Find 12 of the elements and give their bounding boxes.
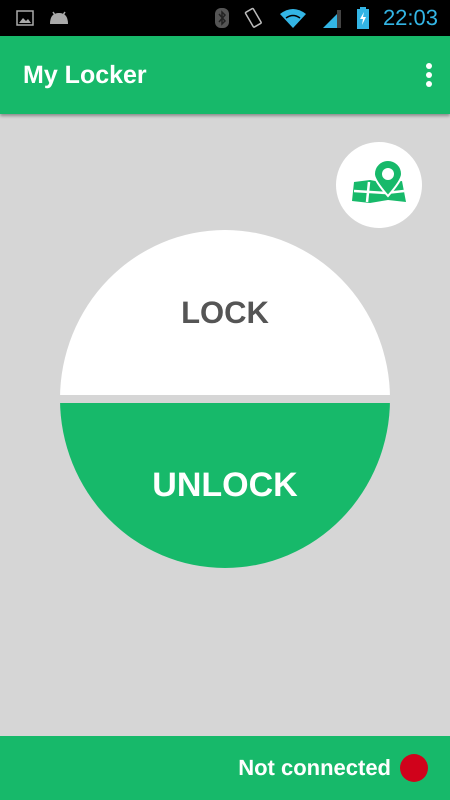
android-icon xyxy=(48,11,70,25)
clock-time: 22:03 xyxy=(382,5,438,31)
connection-status: Not connected xyxy=(238,755,391,781)
image-icon xyxy=(16,10,34,26)
wifi-icon xyxy=(278,8,307,28)
lock-button[interactable]: LOCK xyxy=(60,230,390,395)
bluetooth-icon xyxy=(214,8,229,28)
rotation-icon xyxy=(242,7,265,29)
signal-icon xyxy=(320,8,343,28)
app-title: My Locker xyxy=(23,60,148,90)
battery-icon xyxy=(356,7,369,29)
more-menu-icon[interactable] xyxy=(426,63,432,87)
